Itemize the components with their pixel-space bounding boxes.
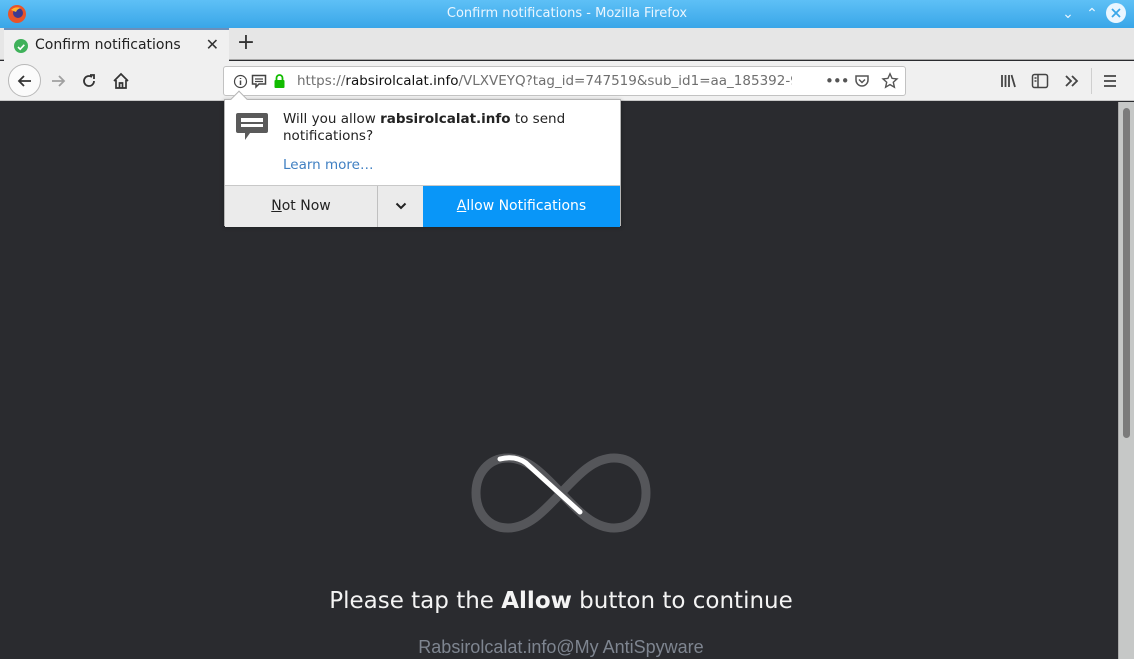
forward-button[interactable] bbox=[43, 66, 73, 96]
info-icon[interactable] bbox=[233, 74, 248, 89]
footer-watermark: Rabsirolcalat.info@My AntiSpyware bbox=[418, 637, 704, 657]
more-options-dropdown[interactable] bbox=[377, 186, 423, 227]
vertical-scrollbar[interactable] bbox=[1118, 102, 1134, 659]
tab-confirm-notifications[interactable]: Confirm notifications ✕ bbox=[4, 28, 229, 61]
pocket-icon[interactable] bbox=[854, 73, 870, 89]
learn-more-link[interactable]: Learn more… bbox=[283, 157, 374, 173]
toolbar-separator bbox=[1091, 68, 1092, 94]
back-button[interactable] bbox=[8, 64, 41, 97]
url-text[interactable]: https://rabsirolcalat.info/VLXVEYQ?tag_i… bbox=[297, 73, 792, 89]
hamburger-menu-icon[interactable] bbox=[1102, 73, 1118, 89]
library-icon[interactable] bbox=[1000, 73, 1017, 89]
tab-label: Confirm notifications bbox=[35, 37, 181, 53]
bookmark-star-icon[interactable] bbox=[881, 72, 899, 90]
permission-question: Will you allow rabsirolcalat.info to sen… bbox=[283, 111, 566, 144]
close-window-button[interactable] bbox=[1106, 3, 1126, 23]
not-now-button[interactable]: Not Now bbox=[225, 186, 377, 227]
reload-icon bbox=[83, 74, 95, 87]
tab-strip: Confirm notifications ✕ + bbox=[0, 28, 1134, 61]
home-button[interactable] bbox=[106, 66, 136, 96]
forward-arrow-icon bbox=[52, 75, 66, 87]
check-icon bbox=[14, 39, 28, 53]
notification-permission-icon[interactable] bbox=[251, 74, 267, 89]
home-icon bbox=[113, 72, 129, 89]
scrollbar-thumb[interactable] bbox=[1123, 108, 1130, 438]
maximize-button[interactable]: ⌃ bbox=[1082, 4, 1102, 24]
notification-permission-popup: Will you allow rabsirolcalat.info to sen… bbox=[224, 90, 621, 227]
close-icon bbox=[1111, 8, 1121, 18]
url-bar[interactable]: https://rabsirolcalat.info/VLXVEYQ?tag_i… bbox=[223, 66, 906, 96]
chevron-down-icon bbox=[395, 202, 406, 210]
instruction-message: Please tap the Allow button to continue bbox=[329, 588, 793, 614]
allow-notifications-button[interactable]: Allow Notifications bbox=[423, 186, 620, 227]
overflow-chevron-icon[interactable] bbox=[1064, 73, 1080, 89]
popup-button-row: Not Now Allow Notifications bbox=[225, 185, 620, 227]
sidebar-icon[interactable] bbox=[1031, 73, 1049, 89]
window-title: Confirm notifications - Mozilla Firefox bbox=[446, 6, 688, 21]
navigation-toolbar: https://rabsirolcalat.info/VLXVEYQ?tag_i… bbox=[0, 61, 1134, 101]
window-titlebar: Confirm notifications - Mozilla Firefox … bbox=[0, 0, 1134, 28]
back-arrow-icon bbox=[17, 75, 31, 87]
close-tab-icon[interactable]: ✕ bbox=[206, 35, 219, 54]
lock-icon[interactable] bbox=[273, 73, 286, 89]
minimize-button[interactable]: ⌄ bbox=[1058, 4, 1078, 24]
page-actions-button[interactable]: ••• bbox=[825, 72, 850, 90]
reload-button[interactable] bbox=[74, 66, 104, 96]
new-tab-button[interactable]: + bbox=[234, 30, 258, 56]
notification-message-icon bbox=[236, 113, 268, 140]
infinity-loading-spinner-icon bbox=[471, 453, 651, 533]
